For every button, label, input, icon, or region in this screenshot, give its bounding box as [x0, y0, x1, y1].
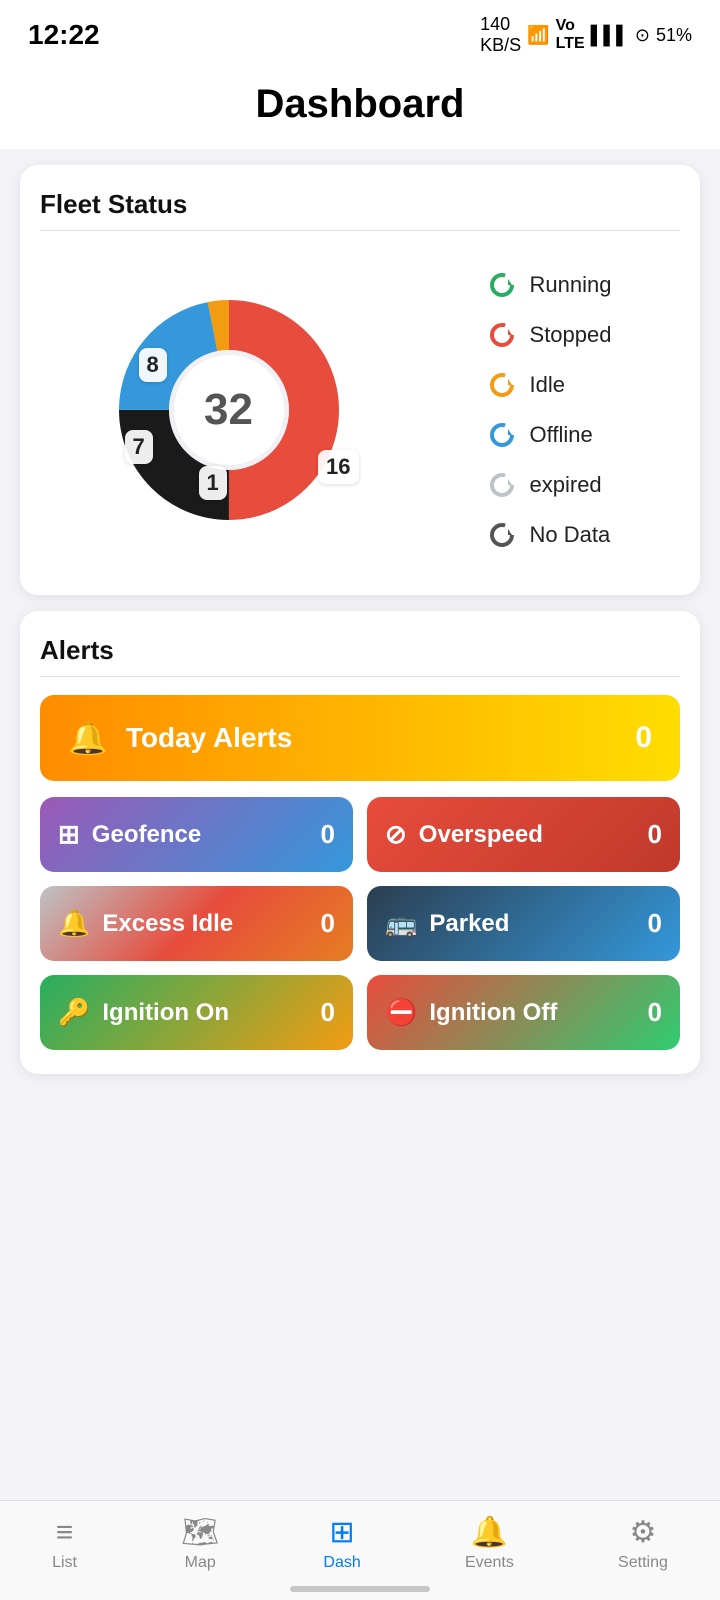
wifi-icon: 📶	[527, 25, 549, 46]
donut-total: 32	[174, 355, 284, 465]
nav-events[interactable]: 🔔 Events	[465, 1515, 514, 1572]
excess-idle-button[interactable]: 🔔 Excess Idle 0	[40, 886, 353, 961]
fleet-legend: Running Stopped Idle	[486, 269, 612, 551]
status-icons: 140KB/S 📶 VoLTE ▌▌▌ ⊙ 51%	[480, 14, 692, 56]
today-alerts-label: Today Alerts	[126, 722, 292, 754]
running-icon	[486, 269, 518, 301]
stopped-icon	[486, 319, 518, 351]
nav-map[interactable]: 🗺 Map	[181, 1515, 219, 1572]
excess-idle-icon: 🔔	[58, 908, 90, 939]
legend-idle-label: Idle	[530, 372, 565, 398]
legend-running-label: Running	[530, 272, 612, 298]
events-icon: 🔔	[471, 1515, 508, 1550]
signal-icon: ▌▌▌	[591, 25, 629, 46]
map-icon: 🗺	[181, 1515, 219, 1550]
geofence-label: Geofence	[92, 821, 201, 849]
nav-list[interactable]: ≡ List	[52, 1516, 77, 1572]
badge-running: 16	[318, 450, 358, 484]
legend-stopped: Stopped	[486, 319, 612, 351]
today-alerts-count: 0	[635, 721, 652, 755]
ignition-off-label: Ignition Off	[429, 999, 557, 1027]
ignition-on-label: Ignition On	[102, 999, 229, 1027]
parked-count: 0	[648, 908, 662, 939]
fleet-status-title: Fleet Status	[40, 189, 680, 220]
app-header: Dashboard	[0, 64, 720, 149]
overspeed-label: Overspeed	[419, 821, 543, 849]
home-indicator	[290, 1586, 430, 1592]
fleet-content: 32 8 16 7 1 Running	[40, 249, 680, 571]
alert-grid: ⊞ Geofence 0 ⊘ Overspeed 0 🔔 Excess Idle…	[40, 797, 680, 1050]
nav-events-label: Events	[465, 1554, 514, 1572]
legend-running: Running	[486, 269, 612, 301]
legend-offline-label: Offline	[530, 422, 593, 448]
data-speed: 140KB/S	[480, 14, 521, 56]
legend-nodata-label: No Data	[530, 522, 611, 548]
battery-percent: 51%	[656, 25, 692, 46]
nav-setting[interactable]: ⚙ Setting	[618, 1515, 668, 1572]
ignition-off-icon: ⛔	[385, 997, 417, 1028]
fleet-divider	[40, 230, 680, 231]
legend-idle: Idle	[486, 369, 612, 401]
nav-setting-label: Setting	[618, 1554, 668, 1572]
status-time: 12:22	[28, 19, 100, 51]
geofence-icon: ⊞	[58, 819, 80, 850]
alerts-title: Alerts	[40, 635, 680, 666]
excess-idle-count: 0	[321, 908, 335, 939]
ignition-off-button[interactable]: ⛔ Ignition Off 0	[367, 975, 680, 1050]
status-bar: 12:22 140KB/S 📶 VoLTE ▌▌▌ ⊙ 51%	[0, 0, 720, 64]
bottom-nav: ≡ List 🗺 Map ⊞ Dash 🔔 Events ⚙ Setting	[0, 1500, 720, 1600]
geofence-button[interactable]: ⊞ Geofence 0	[40, 797, 353, 872]
setting-icon: ⚙	[630, 1515, 657, 1550]
ignition-on-button[interactable]: 🔑 Ignition On 0	[40, 975, 353, 1050]
legend-offline: Offline	[486, 419, 612, 451]
nav-dash-label: Dash	[323, 1554, 360, 1572]
legend-stopped-label: Stopped	[530, 322, 612, 348]
parked-button[interactable]: 🚌 Parked 0	[367, 886, 680, 961]
legend-nodata: No Data	[486, 519, 612, 551]
dash-icon: ⊞	[330, 1515, 355, 1550]
parked-label: Parked	[429, 910, 509, 938]
offline-icon	[486, 419, 518, 451]
overspeed-count: 0	[648, 819, 662, 850]
fleet-status-card: Fleet Status 32 8 16 7 1	[20, 165, 700, 595]
overspeed-icon: ⊘	[385, 819, 407, 850]
badge-stopped: 8	[139, 348, 167, 382]
donut-chart: 32 8 16 7 1	[109, 290, 349, 530]
badge-idle: 1	[199, 466, 227, 500]
overspeed-button[interactable]: ⊘ Overspeed 0	[367, 797, 680, 872]
list-icon: ≡	[56, 1516, 74, 1550]
bell-icon: 🔔	[68, 719, 108, 757]
page-title: Dashboard	[0, 82, 720, 127]
expired-icon	[486, 469, 518, 501]
nav-map-label: Map	[185, 1554, 216, 1572]
excess-idle-label: Excess Idle	[102, 910, 233, 938]
nav-list-label: List	[52, 1554, 77, 1572]
ignition-off-count: 0	[648, 997, 662, 1028]
today-alerts-button[interactable]: 🔔 Today Alerts 0	[40, 695, 680, 781]
alerts-divider	[40, 676, 680, 677]
ignition-on-icon: 🔑	[58, 997, 90, 1028]
badge-offline: 7	[125, 430, 153, 464]
legend-expired: expired	[486, 469, 612, 501]
lte-icon: VoLTE	[556, 17, 585, 53]
legend-expired-label: expired	[530, 472, 602, 498]
nodata-icon	[486, 519, 518, 551]
battery-icon: ⊙	[635, 25, 650, 46]
parked-icon: 🚌	[385, 908, 417, 939]
geofence-count: 0	[321, 819, 335, 850]
nav-dash[interactable]: ⊞ Dash	[323, 1515, 360, 1572]
ignition-on-count: 0	[321, 997, 335, 1028]
idle-icon	[486, 369, 518, 401]
alerts-card: Alerts 🔔 Today Alerts 0 ⊞ Geofence 0 ⊘ O…	[20, 611, 700, 1074]
